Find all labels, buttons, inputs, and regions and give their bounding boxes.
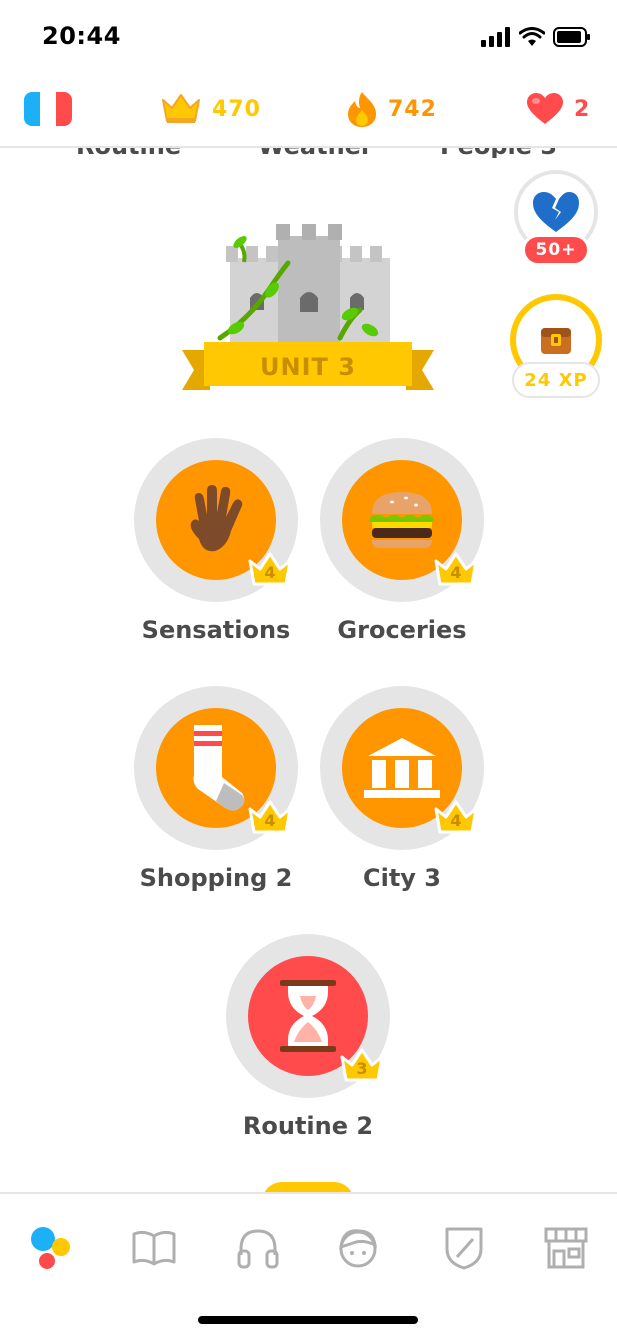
unit-title: UNIT 3 — [260, 353, 356, 381]
crown-level: 3 — [356, 1059, 368, 1078]
crown-level-badge: 4 — [247, 799, 293, 835]
bottom-nav — [0, 1192, 617, 1336]
crown-level-badge: 4 — [433, 799, 479, 835]
crown-level-badge: 4 — [433, 551, 479, 587]
home-indicator[interactable] — [198, 1316, 418, 1324]
unit-castle[interactable]: UNIT 3 — [180, 218, 436, 398]
burger-icon — [370, 492, 434, 548]
skill-label: Groceries — [337, 616, 467, 644]
listening-icon — [237, 1229, 279, 1269]
skill-label: Routine 2 — [242, 1112, 374, 1140]
hearts-stat[interactable]: 2 — [526, 89, 590, 129]
home-icon — [31, 1227, 70, 1269]
crowns-count: 470 — [212, 96, 261, 122]
status-icons — [481, 24, 591, 50]
crown-level-badge: 4 — [247, 551, 293, 587]
xp-label: 24 XP — [512, 362, 600, 398]
flame-icon — [348, 92, 376, 127]
treasure-chest-icon — [541, 328, 571, 354]
hand-icon — [190, 485, 243, 552]
nav-shop[interactable] — [540, 1222, 592, 1274]
streak-stat[interactable]: 742 — [346, 89, 437, 129]
leagues-icon — [445, 1227, 483, 1270]
nav-stories[interactable] — [128, 1222, 180, 1274]
wifi-icon — [519, 27, 545, 46]
xp-chest-widget[interactable]: 24 XP — [510, 294, 602, 406]
crown-level-badge: 3 — [339, 1047, 385, 1083]
hearts-count: 2 — [574, 96, 591, 122]
crowns-stat[interactable]: 470 — [160, 89, 261, 129]
broken-heart-icon — [533, 192, 579, 232]
stats-bar: 470 742 2 — [0, 72, 617, 148]
status-bar: 20:44 — [0, 0, 617, 72]
health-refill-widget[interactable]: 50+ — [514, 170, 598, 270]
shop-icon — [544, 1227, 588, 1269]
heart-icon — [527, 93, 563, 124]
nav-listening[interactable] — [232, 1222, 284, 1274]
crown-level: 4 — [450, 811, 462, 830]
crown-icon — [162, 94, 200, 123]
crown-level: 4 — [264, 811, 276, 830]
crown-level: 4 — [450, 563, 462, 582]
health-badge: 50+ — [522, 234, 590, 266]
battery-icon — [553, 27, 590, 47]
status-time: 20:44 — [42, 22, 121, 50]
signal-icon — [481, 27, 510, 47]
streak-count: 742 — [388, 96, 437, 122]
building-icon — [364, 738, 440, 798]
stories-icon — [132, 1230, 176, 1266]
hourglass-icon — [280, 980, 336, 1052]
language-flag-icon[interactable] — [24, 92, 72, 126]
skill-label: City 3 — [362, 864, 441, 892]
nav-profile[interactable] — [332, 1222, 384, 1274]
sock-icon — [193, 725, 245, 811]
nav-home[interactable] — [24, 1222, 76, 1274]
crown-level: 4 — [264, 563, 276, 582]
profile-icon — [339, 1229, 377, 1268]
nav-leagues[interactable] — [438, 1222, 490, 1274]
